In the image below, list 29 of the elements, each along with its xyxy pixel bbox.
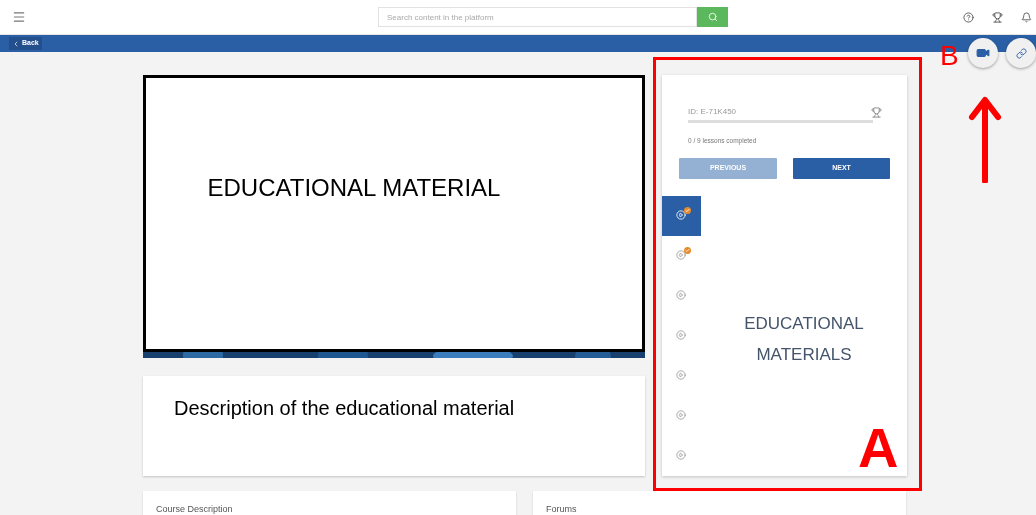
trophy-icon <box>871 106 882 118</box>
annotation-label: A <box>858 418 899 478</box>
chevron-left-icon <box>12 39 20 48</box>
search-icon <box>707 12 718 22</box>
course-id: ID: E-71K450 <box>688 106 737 118</box>
arrow-icon <box>968 95 1002 183</box>
search-field[interactable]: Search content in the platform <box>378 7 697 27</box>
description-text: Description of the educational material <box>174 397 515 419</box>
card-title: Course Description <box>156 504 233 514</box>
play-icon <box>675 210 686 220</box>
link-icon <box>1015 47 1027 59</box>
video-button[interactable] <box>968 38 998 68</box>
card-title: Forums <box>546 504 577 514</box>
play-icon <box>675 290 686 300</box>
help-icon[interactable] <box>963 11 974 23</box>
search-button[interactable] <box>697 7 728 27</box>
slide-title: EDUCATIONAL MATERIAL <box>207 173 501 203</box>
play-icon <box>675 410 686 420</box>
video-camera-icon <box>976 46 990 60</box>
play-icon <box>675 370 686 380</box>
play-icon <box>675 250 686 260</box>
lesson-item[interactable] <box>662 196 701 236</box>
bell-icon[interactable] <box>1021 11 1032 23</box>
trophy-icon[interactable] <box>992 11 1003 23</box>
play-icon <box>675 450 686 460</box>
play-icon <box>675 330 686 340</box>
materials-label: EDUCATIONAL MATERIALS <box>743 313 865 366</box>
link-button[interactable] <box>1006 38 1036 68</box>
menu-icon[interactable] <box>12 10 26 24</box>
